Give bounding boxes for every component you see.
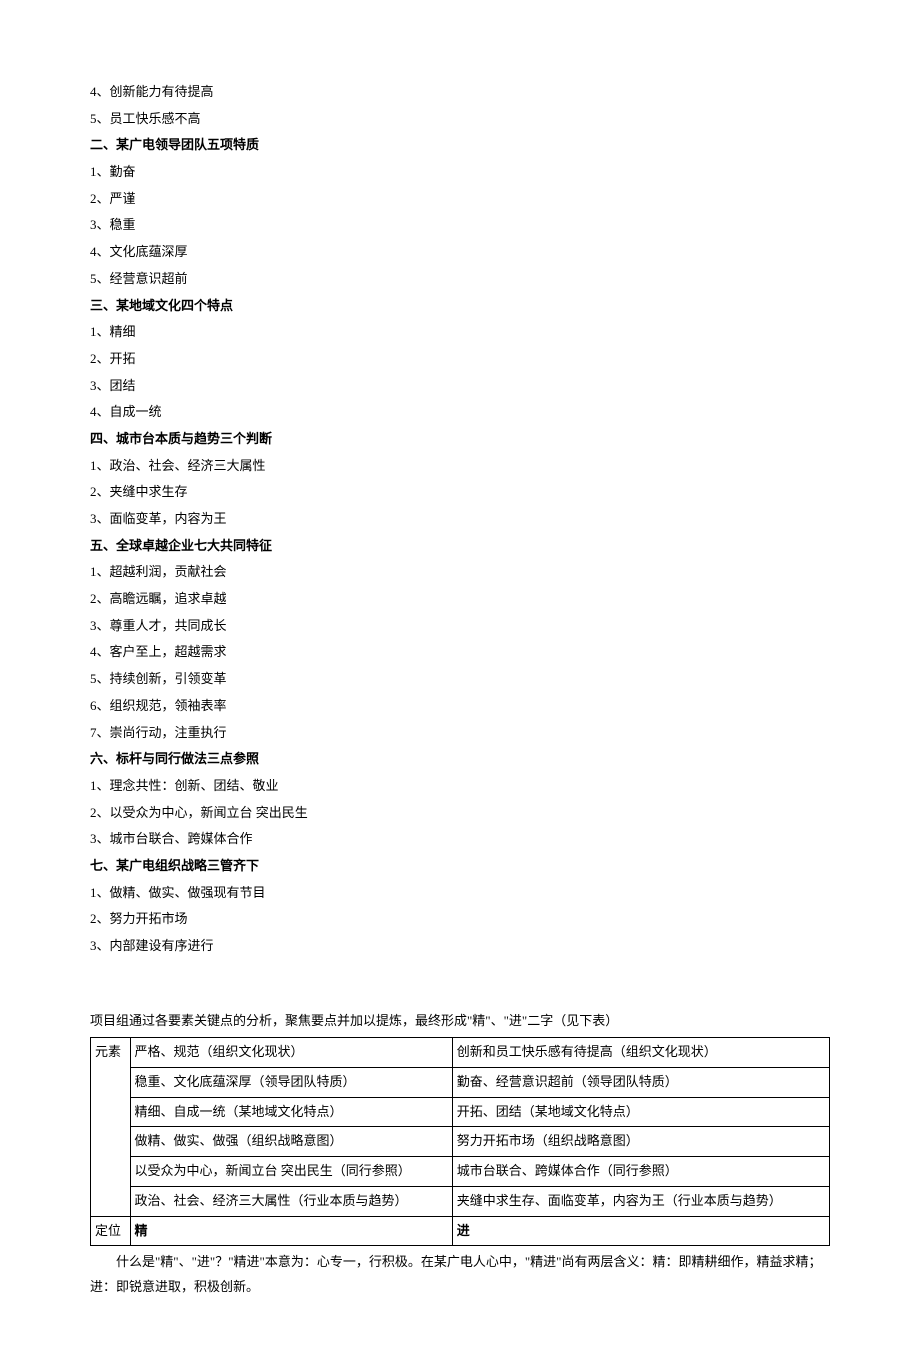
section-heading: 五、全球卓越企业七大共同特征 <box>90 534 830 559</box>
table-row: 做精、做实、做强（组织战略意图） 努力开拓市场（组织战略意图） <box>91 1127 830 1157</box>
list-item: 1、超越利润，贡献社会 <box>90 560 830 585</box>
table-cell: 开拓、团结（某地域文化特点） <box>452 1097 829 1127</box>
list-item: 1、政治、社会、经济三大属性 <box>90 454 830 479</box>
list-item: 4、文化底蕴深厚 <box>90 240 830 265</box>
paragraph: 项目组通过各要素关键点的分析，聚焦要点并加以提炼，最终形成"精"、"进"二字（见… <box>90 1009 830 1034</box>
list-item: 6、组织规范，领袖表率 <box>90 694 830 719</box>
paragraph: 什么是"精"、"进"？"精进"本意为：心专一，行积极。在某广电人心中，"精进"尚… <box>90 1250 830 1299</box>
list-item: 3、内部建设有序进行 <box>90 934 830 959</box>
list-item: 4、创新能力有待提高 <box>90 80 830 105</box>
table-cell: 元素 <box>91 1038 131 1068</box>
list-item: 3、团结 <box>90 374 830 399</box>
table-cell: 精细、自成一统（某地域文化特点） <box>130 1097 452 1127</box>
table-row: 定位 精 进 <box>91 1216 830 1246</box>
table-cell: 城市台联合、跨媒体合作（同行参照） <box>452 1157 829 1187</box>
table-row: 精细、自成一统（某地域文化特点） 开拓、团结（某地域文化特点） <box>91 1097 830 1127</box>
list-item: 2、夹缝中求生存 <box>90 480 830 505</box>
table-cell: 创新和员工快乐感有待提高（组织文化现状） <box>452 1038 829 1068</box>
list-item: 2、努力开拓市场 <box>90 907 830 932</box>
list-item: 4、自成一统 <box>90 400 830 425</box>
table-cell <box>91 1068 131 1098</box>
table-row: 稳重、文化底蕴深厚（领导团队特质） 勤奋、经营意识超前（领导团队特质） <box>91 1068 830 1098</box>
list-item: 1、勤奋 <box>90 160 830 185</box>
section-heading: 七、某广电组织战略三管齐下 <box>90 854 830 879</box>
list-item: 3、尊重人才，共同成长 <box>90 614 830 639</box>
list-item: 1、做精、做实、做强现有节目 <box>90 881 830 906</box>
table-row: 元素 严格、规范（组织文化现状） 创新和员工快乐感有待提高（组织文化现状） <box>91 1038 830 1068</box>
table-cell <box>91 1097 131 1127</box>
list-item: 1、精细 <box>90 320 830 345</box>
list-item: 2、开拓 <box>90 347 830 372</box>
section-heading: 四、城市台本质与趋势三个判断 <box>90 427 830 452</box>
table-cell <box>91 1186 131 1216</box>
table-cell: 以受众为中心，新闻立台 突出民生（同行参照） <box>130 1157 452 1187</box>
list-item: 2、以受众为中心，新闻立台 突出民生 <box>90 801 830 826</box>
table-cell: 精 <box>130 1216 452 1246</box>
list-item: 1、理念共性：创新、团结、敬业 <box>90 774 830 799</box>
list-item: 2、严谨 <box>90 187 830 212</box>
list-item: 5、员工快乐感不高 <box>90 107 830 132</box>
table-cell: 进 <box>452 1216 829 1246</box>
section-heading: 三、某地域文化四个特点 <box>90 294 830 319</box>
list-item: 4、客户至上，超越需求 <box>90 640 830 665</box>
table-row: 政治、社会、经济三大属性（行业本质与趋势） 夹缝中求生存、面临变革，内容为王（行… <box>91 1186 830 1216</box>
table-cell: 努力开拓市场（组织战略意图） <box>452 1127 829 1157</box>
list-item: 3、面临变革，内容为王 <box>90 507 830 532</box>
list-item: 3、稳重 <box>90 213 830 238</box>
table-cell: 做精、做实、做强（组织战略意图） <box>130 1127 452 1157</box>
table-cell: 夹缝中求生存、面临变革，内容为王（行业本质与趋势） <box>452 1186 829 1216</box>
table-cell <box>91 1157 131 1187</box>
table-cell: 勤奋、经营意识超前（领导团队特质） <box>452 1068 829 1098</box>
list-item: 5、经营意识超前 <box>90 267 830 292</box>
table-cell: 定位 <box>91 1216 131 1246</box>
section-heading: 二、某广电领导团队五项特质 <box>90 133 830 158</box>
table-cell: 严格、规范（组织文化现状） <box>130 1038 452 1068</box>
section-heading: 六、标杆与同行做法三点参照 <box>90 747 830 772</box>
table-cell: 稳重、文化底蕴深厚（领导团队特质） <box>130 1068 452 1098</box>
table-cell: 政治、社会、经济三大属性（行业本质与趋势） <box>130 1186 452 1216</box>
list-item: 2、高瞻远瞩，追求卓越 <box>90 587 830 612</box>
table-row: 以受众为中心，新闻立台 突出民生（同行参照） 城市台联合、跨媒体合作（同行参照） <box>91 1157 830 1187</box>
list-item: 3、城市台联合、跨媒体合作 <box>90 827 830 852</box>
list-item: 7、崇尚行动，注重执行 <box>90 721 830 746</box>
table-cell <box>91 1127 131 1157</box>
list-item: 5、持续创新，引领变革 <box>90 667 830 692</box>
summary-table: 元素 严格、规范（组织文化现状） 创新和员工快乐感有待提高（组织文化现状） 稳重… <box>90 1037 830 1246</box>
